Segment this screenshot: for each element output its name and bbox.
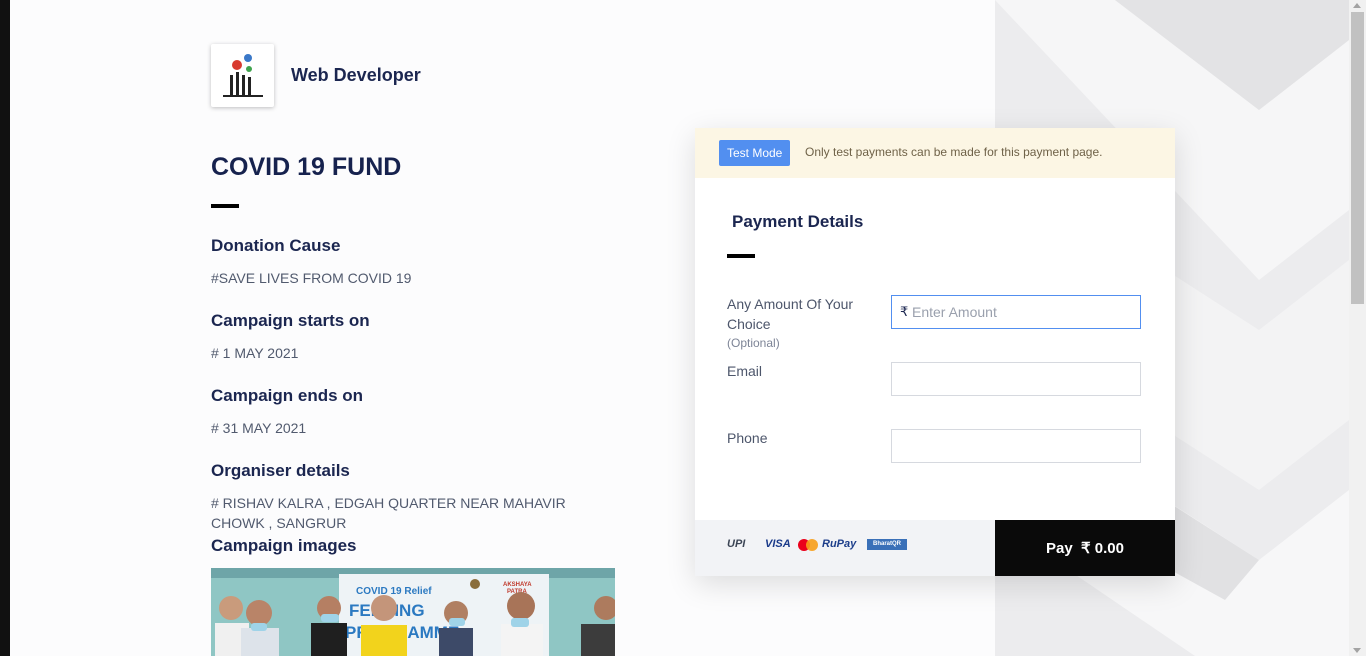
- organiser-text: # RISHAV KALRA , EDGAH QUARTER NEAR MAHA…: [211, 495, 566, 531]
- email-label: Email: [727, 363, 763, 379]
- phone-label: Phone: [727, 430, 768, 446]
- test-mode-message: Only test payments can be made for this …: [805, 145, 1103, 159]
- amount-field[interactable]: ₹: [891, 295, 1141, 329]
- payment-details-title: Payment Details: [732, 212, 864, 231]
- pay-button-label: Pay ₹ 0.00: [1046, 540, 1124, 557]
- rupee-icon: ₹: [900, 304, 909, 319]
- mastercard-icon: [798, 539, 818, 551]
- title-divider: [211, 204, 239, 208]
- bharatqr-logo: BharatQR: [867, 539, 907, 550]
- phone-field[interactable]: [891, 429, 1141, 463]
- donation-cause-text: #SAVE LIVES FROM COVID 19: [211, 270, 412, 286]
- campaign-end-heading: Campaign ends on: [211, 386, 364, 405]
- visa-logo: VISA: [765, 538, 791, 550]
- campaign-end-text: # 31 MAY 2021: [211, 420, 307, 436]
- amount-label: Any Amount Of Your Choice: [727, 296, 854, 332]
- test-mode-badge[interactable]: Test Mode: [719, 140, 791, 166]
- amount-optional-label: (Optional): [727, 336, 780, 350]
- scroll-down-icon[interactable]: [1353, 648, 1361, 653]
- pay-button[interactable]: Pay ₹ 0.00: [995, 520, 1175, 576]
- payment-card: Test Mode Only test payments can be made…: [695, 128, 1175, 576]
- donation-logo-icon: [223, 54, 263, 97]
- page-title: COVID 19 FUND: [211, 153, 402, 181]
- organiser-heading: Organiser details: [211, 461, 350, 480]
- donation-cause-heading: Donation Cause: [211, 236, 341, 255]
- svg-text:AKSHAYA: AKSHAYA: [503, 582, 532, 588]
- window-edge: [0, 0, 10, 656]
- phone-input[interactable]: [912, 430, 1132, 462]
- organisation-name: Web Developer: [291, 65, 421, 85]
- amount-input[interactable]: [912, 296, 1132, 328]
- page-scrollbar[interactable]: [1349, 0, 1366, 656]
- campaign-images-heading: Campaign images: [211, 536, 357, 555]
- organisation-logo: [211, 44, 274, 107]
- email-input[interactable]: [912, 363, 1132, 395]
- upi-logo: UPI: [727, 538, 746, 550]
- email-field[interactable]: [891, 362, 1141, 396]
- campaign-start-text: # 1 MAY 2021: [211, 345, 299, 361]
- rupay-logo: RuPay: [822, 538, 857, 550]
- campaign-start-heading: Campaign starts on: [211, 311, 370, 330]
- payment-methods: UPI VISA RuPay BharatQR: [695, 520, 995, 576]
- svg-text:COVID 19 Relief: COVID 19 Relief: [356, 586, 432, 597]
- payment-title-divider: [727, 254, 755, 258]
- scrollbar-thumb[interactable]: [1351, 12, 1364, 304]
- campaign-image[interactable]: COVID 19 Relief FEEDING PROGRAMME AKSHAY…: [211, 568, 615, 656]
- test-mode-banner: Test Mode Only test payments can be made…: [695, 128, 1175, 178]
- scroll-up-icon[interactable]: [1353, 3, 1361, 8]
